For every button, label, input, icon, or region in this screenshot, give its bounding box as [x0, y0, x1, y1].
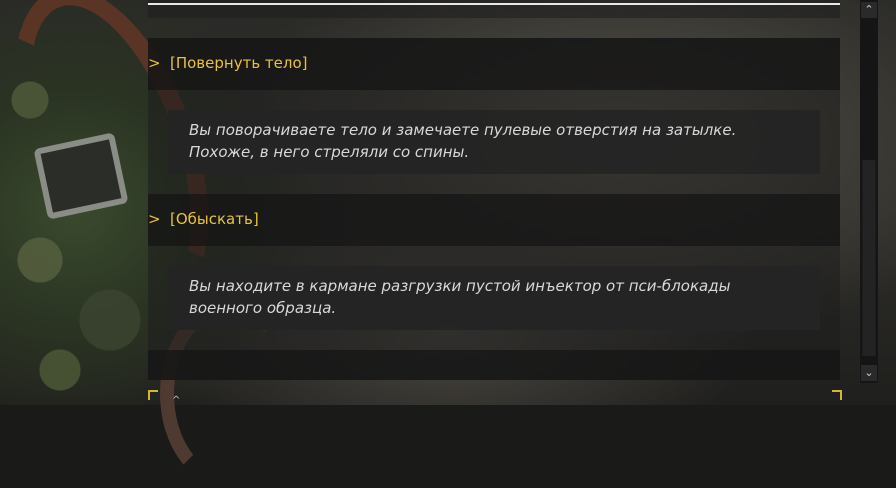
- option-label: [Обыскать]: [170, 210, 259, 228]
- input-area-strip: [148, 350, 840, 380]
- response-text-block: Вы поворачиваете тело и замечаете пулевы…: [168, 110, 820, 174]
- top-divider: [148, 3, 840, 5]
- corner-bracket-icon: [832, 390, 842, 400]
- dialogue-option-turn-body[interactable]: > [Повернуть тело]: [148, 49, 308, 77]
- scroll-thumb[interactable]: [863, 160, 875, 356]
- dialogue-option-search[interactable]: > [Обыскать]: [148, 205, 259, 233]
- scroll-up-icon[interactable]: ⌃: [861, 2, 877, 18]
- option-label: [Повернуть тело]: [170, 54, 308, 72]
- caret-up-icon: ^: [172, 395, 181, 406]
- scroll-down-icon[interactable]: ⌄: [861, 365, 877, 381]
- chevron-right-icon: >: [148, 54, 161, 72]
- dialogue-panel: > [Повернуть тело] Вы поворачиваете тело…: [148, 0, 842, 405]
- chevron-right-icon: >: [148, 210, 161, 228]
- corner-bracket-icon: [148, 390, 158, 400]
- response-text-block: Вы находите в кармане разгрузки пустой и…: [168, 266, 820, 330]
